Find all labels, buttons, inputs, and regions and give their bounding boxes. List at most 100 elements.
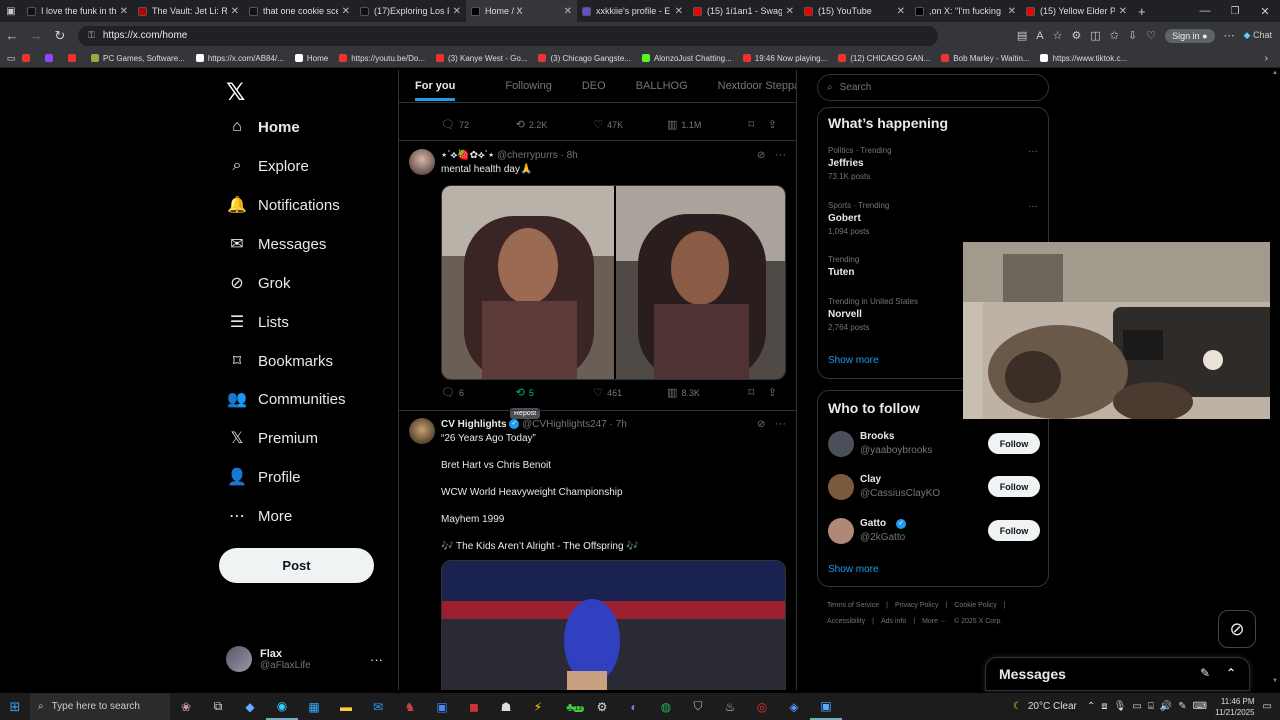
- avatar[interactable]: [828, 474, 854, 500]
- settings-more-icon[interactable]: ⋯: [1224, 29, 1235, 42]
- app-icon-diamond[interactable]: ◈: [778, 693, 810, 720]
- bookmark-item[interactable]: [45, 54, 57, 62]
- language-icon[interactable]: ⌨: [1193, 701, 1207, 712]
- footer-link[interactable]: More ···: [922, 618, 947, 625]
- page-scrollbar[interactable]: ▲ ▼: [1270, 70, 1280, 690]
- reply-button[interactable]: 🗨 6: [441, 386, 516, 399]
- scroll-down-icon[interactable]: ▼: [1272, 678, 1278, 688]
- app-icon-active[interactable]: ▣: [810, 693, 842, 720]
- sidebar-item-explore[interactable]: ⌕ Explore: [226, 151, 309, 181]
- bookmark-button[interactable]: ⌑: [748, 118, 767, 131]
- post-button[interactable]: Post: [219, 548, 374, 583]
- browser-tab[interactable]: ,on X: "I'm fucking ✕: [910, 0, 1021, 22]
- sidebar-item-bookmarks[interactable]: ⌑ Bookmarks: [226, 346, 333, 376]
- views-button[interactable]: ▥ 1.1M: [667, 118, 748, 131]
- sidebar-item-notifications[interactable]: 🔔 Notifications: [226, 190, 340, 220]
- footer-link[interactable]: Terms of Service: [827, 602, 879, 609]
- bookmark-item[interactable]: https://youtu.be/Do...: [339, 54, 425, 63]
- repost-button[interactable]: ⟲ 5: [516, 386, 594, 399]
- back-icon[interactable]: ←: [0, 28, 24, 43]
- browser-tab[interactable]: I love the funk in th ✕: [22, 0, 133, 22]
- network-icon[interactable]: ⌸: [1148, 701, 1154, 712]
- tab-close-icon[interactable]: ✕: [120, 6, 128, 17]
- tweet[interactable]: CV Highlights ✓ @CVHighlights247 · 7h ⊘ …: [399, 410, 796, 690]
- bookmark-item[interactable]: (3) Kanye West - Go...: [436, 54, 527, 63]
- browser-tab[interactable]: (15) 1i1an1 - Swag ✕: [688, 0, 799, 22]
- tab-close-icon[interactable]: ✕: [342, 6, 350, 17]
- bookmark-item[interactable]: [68, 54, 80, 62]
- copilot-chat-button[interactable]: ◆ Chat: [1244, 30, 1272, 41]
- browser-tab[interactable]: Home / X ✕: [466, 0, 577, 22]
- tab-nextdoor-steppas[interactable]: Nextdoor Steppas: [718, 80, 796, 92]
- forward-icon[interactable]: →: [24, 28, 48, 43]
- follow-suggestion[interactable]: Brooks @yaaboybrooks Follow: [828, 431, 1040, 461]
- tab-close-icon[interactable]: ✕: [675, 6, 683, 17]
- steam-icon[interactable]: ♨: [714, 693, 746, 720]
- share-button[interactable]: ⇪: [768, 118, 781, 131]
- notifications-icon[interactable]: ▭: [1263, 701, 1272, 712]
- sidebar-item-grok[interactable]: ⊘ Grok: [226, 268, 290, 298]
- account-more-icon[interactable]: ···: [370, 652, 383, 667]
- display-name[interactable]: ⋆˙⟡🍓✿⟡˙⋆: [441, 150, 494, 161]
- like-button[interactable]: ♡ 47K: [593, 118, 667, 131]
- grok-float-button[interactable]: ⊘: [1218, 610, 1256, 648]
- app-icon-portrait[interactable]: ☗: [490, 693, 522, 720]
- mic-icon[interactable]: 🎙: [1114, 701, 1127, 712]
- views-button[interactable]: ▥ 8.3K: [667, 386, 748, 399]
- avatar[interactable]: [828, 431, 854, 457]
- tab-for-you[interactable]: For you: [415, 80, 456, 101]
- spotify-icon[interactable]: ◍: [650, 693, 682, 720]
- url-field[interactable]: ⚿ https://x.com/home: [78, 25, 938, 46]
- follow-button[interactable]: Follow: [988, 476, 1040, 497]
- tweet[interactable]: ⋆˙⟡🍓✿⟡˙⋆ @cherrypurrs · 8h ⊘ ··· mental …: [399, 140, 796, 408]
- bookmark-item[interactable]: [22, 54, 34, 62]
- tab-ballhog[interactable]: BALLHOG: [636, 80, 688, 92]
- x-logo-icon[interactable]: 𝕏: [226, 78, 245, 107]
- messages-drawer[interactable]: Messages ✎ ⌃: [985, 657, 1250, 691]
- app-icon-shield[interactable]: ⛉: [682, 693, 714, 720]
- browser-tab[interactable]: that one cookie sce ✕: [244, 0, 355, 22]
- browser-tab[interactable]: The Vault: Jet Li: Ris ✕: [133, 0, 244, 22]
- app-icon-green-badge[interactable]: ♣ 13: [554, 693, 586, 720]
- trend-more-icon[interactable]: ···: [1028, 201, 1038, 212]
- app-icon-purple[interactable]: ◐: [618, 693, 650, 720]
- weather-text[interactable]: 20°C Clear: [1028, 701, 1077, 712]
- timestamp[interactable]: · 7h: [610, 419, 627, 430]
- weather-moon-icon[interactable]: ☾: [1013, 701, 1022, 712]
- tab-search-icon[interactable]: ▣: [0, 6, 22, 17]
- footer-link[interactable]: Accessibility: [827, 618, 865, 625]
- clock[interactable]: 11:46 PM 11/21/2025: [1215, 696, 1254, 718]
- avatar[interactable]: [828, 518, 854, 544]
- close-window-button[interactable]: ✕: [1250, 5, 1280, 18]
- share-button[interactable]: ⇪: [768, 386, 781, 399]
- bookmark-item[interactable]: 19:46 Now playing...: [742, 54, 827, 63]
- pen-icon[interactable]: ✎: [1178, 701, 1186, 712]
- repost-button[interactable]: ⟲ 2.2K: [516, 118, 594, 131]
- grok-icon[interactable]: ⊘: [757, 150, 765, 161]
- trend-more-icon[interactable]: ···: [1028, 146, 1038, 157]
- task-view-icon[interactable]: ⧉: [202, 693, 234, 720]
- outlook-icon[interactable]: ✉: [362, 693, 394, 720]
- tab-following[interactable]: Following: [505, 80, 551, 92]
- tweet-video[interactable]: [441, 560, 786, 690]
- bookmark-item[interactable]: (3) Chicago Gangste...: [538, 54, 631, 63]
- settings-icon[interactable]: ⚙: [586, 693, 618, 720]
- footer-link[interactable]: Ads info: [881, 618, 906, 625]
- taskbar-search[interactable]: ⌕ Type here to search: [30, 693, 170, 720]
- trend-item[interactable]: Politics · Trending Jeffries 73.1K posts ··…: [828, 146, 1038, 181]
- windows-start-icon[interactable]: ⊞: [0, 699, 30, 715]
- account-switcher[interactable]: Flax @aFlaxLife: [226, 646, 311, 672]
- browser-tab[interactable]: xxkkiie's profile - E ✕: [577, 0, 688, 22]
- scroll-up-icon[interactable]: ▲: [1272, 70, 1278, 80]
- sidebar-item-premium[interactable]: 𝕏 Premium: [226, 423, 318, 453]
- show-more-link[interactable]: Show more: [828, 564, 879, 575]
- bookmark-item[interactable]: AlonzoJust Chatting...: [641, 54, 732, 63]
- app-available-icon[interactable]: ▤: [1017, 29, 1027, 42]
- avatar[interactable]: [409, 149, 435, 175]
- footer-link[interactable]: Cookie Policy: [954, 602, 996, 609]
- expand-chevron-icon[interactable]: ⌃: [1226, 666, 1236, 680]
- browser-essentials-icon[interactable]: ♡: [1146, 29, 1156, 42]
- sidebar-item-lists[interactable]: ☰ Lists: [226, 307, 289, 337]
- more-icon[interactable]: ···: [775, 418, 786, 430]
- tab-close-icon[interactable]: ✕: [453, 6, 461, 17]
